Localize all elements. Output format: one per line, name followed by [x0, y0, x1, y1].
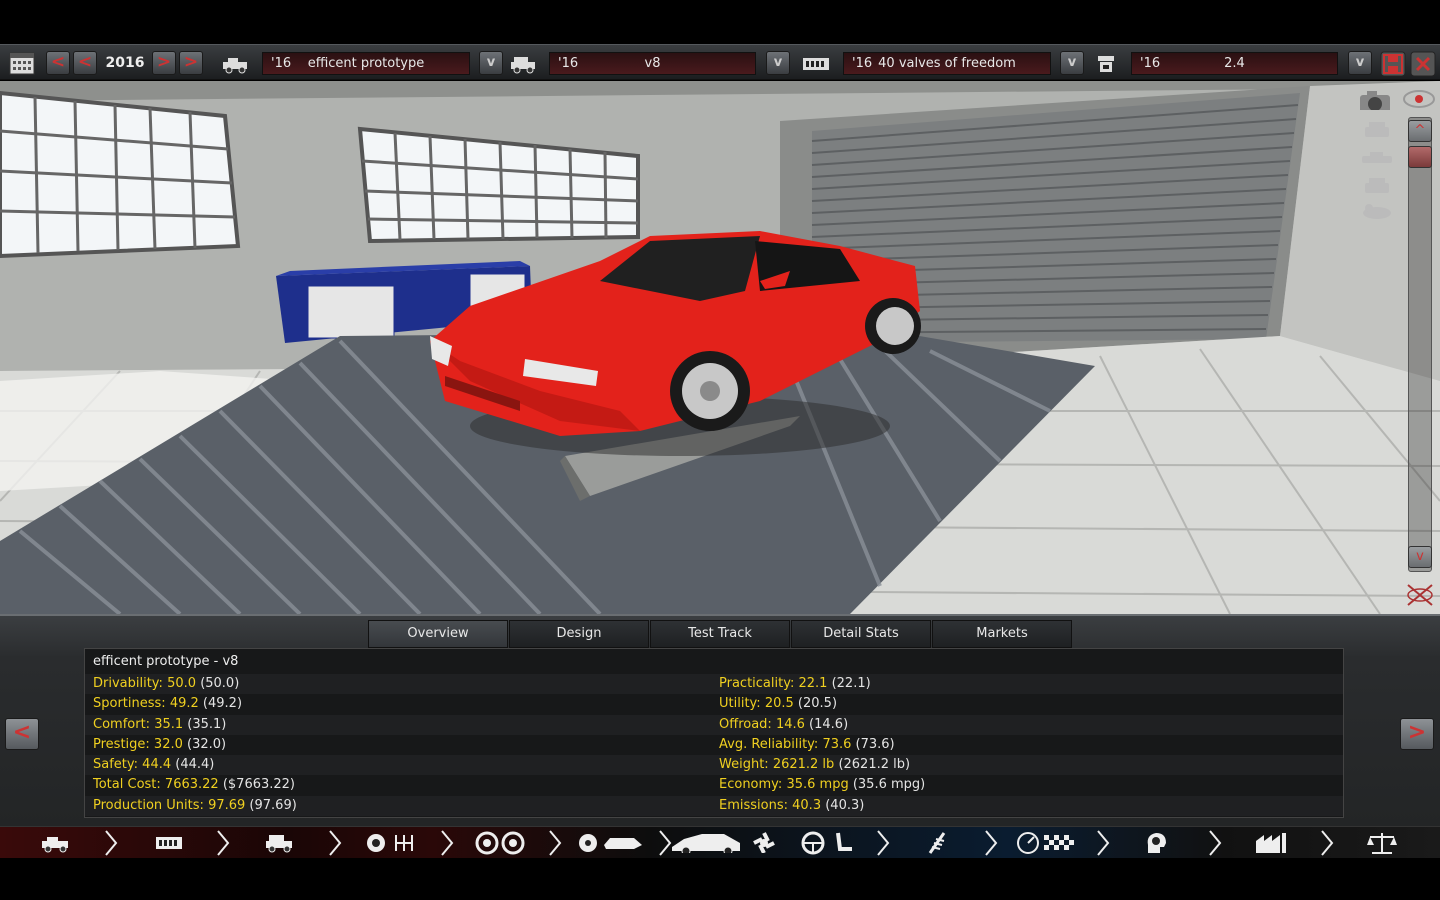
nav-engineering-icon[interactable] [1142, 831, 1172, 855]
year-next-button[interactable]: > [152, 51, 176, 75]
zoom-scrollbar-thumb[interactable] [1408, 146, 1432, 168]
zoom-up-button[interactable]: ^ [1408, 120, 1432, 142]
variant-selector[interactable]: '16 2.4 [1131, 52, 1338, 75]
next-car-button[interactable]: > [1400, 718, 1434, 750]
design-steps-nav [0, 826, 1440, 858]
stat-row: Avg. Reliability: 73.6 (73.6) [719, 736, 895, 752]
nav-body-icon[interactable] [576, 831, 646, 855]
save-icon[interactable] [1380, 51, 1406, 77]
chevron-right-icon [217, 830, 230, 856]
chevron-right-icon [1321, 830, 1334, 856]
variant-dropdown-button[interactable]: v [1348, 51, 1372, 75]
engine-dropdown-button[interactable]: v [1060, 51, 1084, 75]
model-dropdown-button[interactable]: v [766, 51, 790, 75]
chassis-name: efficent prototype [307, 56, 425, 71]
model-selector[interactable]: '16 v8 [549, 52, 756, 75]
engine-variant-icon [1098, 56, 1114, 72]
tab-test-track[interactable]: Test Track [650, 620, 790, 648]
window-left [0, 90, 241, 259]
stat-row: Total Cost: 7663.22 ($7663.22) [93, 777, 296, 793]
chevron-right-icon [985, 830, 998, 856]
year-prev-button[interactable]: < [73, 51, 97, 75]
stat-row: Production Units: 97.69 (97.69) [93, 797, 297, 813]
stat-row: Comfort: 35.1 (35.1) [93, 716, 227, 732]
chevron-right-icon [441, 830, 454, 856]
car-model-icon [511, 57, 535, 74]
engine-name: 40 valves of freedom [878, 56, 1016, 71]
view-front-icon[interactable] [1360, 119, 1394, 141]
car-title: efficent prototype - v8 [93, 654, 239, 669]
stats-panel: Overview Design Test Track Detail Stats … [0, 614, 1440, 826]
tab-detail-stats[interactable]: Detail Stats [791, 620, 931, 648]
chevron-right-icon [877, 830, 890, 856]
chevron-right-icon [1209, 830, 1222, 856]
chevron-right-icon [329, 830, 342, 856]
stat-row: Safety: 44.4 (44.4) [93, 757, 215, 773]
chevron-right-icon [105, 830, 118, 856]
calendar-icon[interactable] [8, 50, 36, 76]
nav-interior-icon[interactable] [800, 831, 860, 855]
nav-engine-icon[interactable] [154, 831, 184, 855]
overview-stats: efficent prototype - v8 Drivability: 50.… [84, 648, 1344, 818]
nav-balance-scale-icon[interactable] [1366, 831, 1398, 855]
nav-car-model-icon[interactable] [264, 831, 294, 855]
reset-view-icon[interactable] [1404, 581, 1436, 609]
screenshot-camera-icon[interactable] [1358, 88, 1392, 110]
chassis-dropdown-button[interactable]: v [479, 51, 503, 75]
chevron-right-icon [549, 830, 562, 856]
tab-design[interactable]: Design [509, 620, 649, 648]
nav-wheels-icon[interactable] [474, 831, 530, 855]
stat-row: Drivability: 50.0 (50.0) [93, 676, 240, 691]
stat-row: Sportiness: 49.2 (49.2) [93, 696, 243, 712]
zoom-scrollbar-track[interactable] [1408, 117, 1432, 572]
tab-markets[interactable]: Markets [932, 620, 1072, 648]
year-prev-fast-button[interactable]: < [46, 51, 70, 75]
nav-tuning-icon[interactable] [1016, 831, 1076, 855]
garage-scene [0, 81, 1440, 614]
tab-bar: Overview Design Test Track Detail Stats … [368, 620, 1073, 648]
nav-fixtures-icon[interactable] [668, 829, 780, 853]
car-3d-viewport[interactable] [0, 81, 1440, 614]
chassis-selector[interactable]: '16 efficent prototype [262, 52, 470, 75]
nav-car-icon[interactable] [40, 831, 70, 855]
stat-row: Weight: 2621.2 lb (2621.2 lb) [719, 757, 911, 773]
engine-icon [803, 58, 829, 70]
stat-row: Prestige: 32.0 (32.0) [93, 736, 227, 752]
tab-overview[interactable]: Overview [368, 620, 508, 648]
stat-row: Offroad: 14.6 (14.6) [719, 716, 849, 732]
close-icon[interactable] [1410, 51, 1436, 77]
view-rear-icon[interactable] [1360, 175, 1394, 197]
nav-drivetrain-icon[interactable] [364, 831, 420, 855]
engine-selector[interactable]: '16 40 valves of freedom [843, 52, 1051, 75]
stats-left-column: Drivability: 50.0 (50.0) Sportiness: 49.… [93, 674, 297, 816]
variant-name: 2.4 [1224, 56, 1245, 71]
chevron-right-icon [1097, 830, 1110, 856]
nav-suspension-icon[interactable] [922, 831, 952, 855]
stat-row: Utility: 20.5 (20.5) [719, 696, 838, 712]
view-side-icon[interactable] [1360, 147, 1394, 169]
prev-car-button[interactable]: < [5, 718, 39, 750]
eye-icon[interactable] [1402, 88, 1436, 110]
stat-row: Emissions: 40.3 (40.3) [719, 797, 865, 813]
stats-right-column: Practicality: 22.1 (22.1) Utility: 20.5 … [719, 674, 925, 816]
year-display: 2016 [105, 55, 145, 71]
view-free-icon[interactable] [1360, 201, 1394, 223]
model-name: v8 [644, 56, 661, 71]
car-chassis-icon [223, 58, 247, 74]
year-next-fast-button[interactable]: > [179, 51, 203, 75]
nav-factory-icon[interactable] [1254, 831, 1288, 855]
zoom-down-button[interactable]: v [1408, 546, 1432, 568]
stat-row: Practicality: 22.1 (22.1) [719, 676, 871, 691]
stat-row: Economy: 35.6 mpg (35.6 mpg) [719, 777, 926, 793]
top-toolbar: < < 2016 > > '16 efficent prototype v '1… [0, 44, 1440, 80]
